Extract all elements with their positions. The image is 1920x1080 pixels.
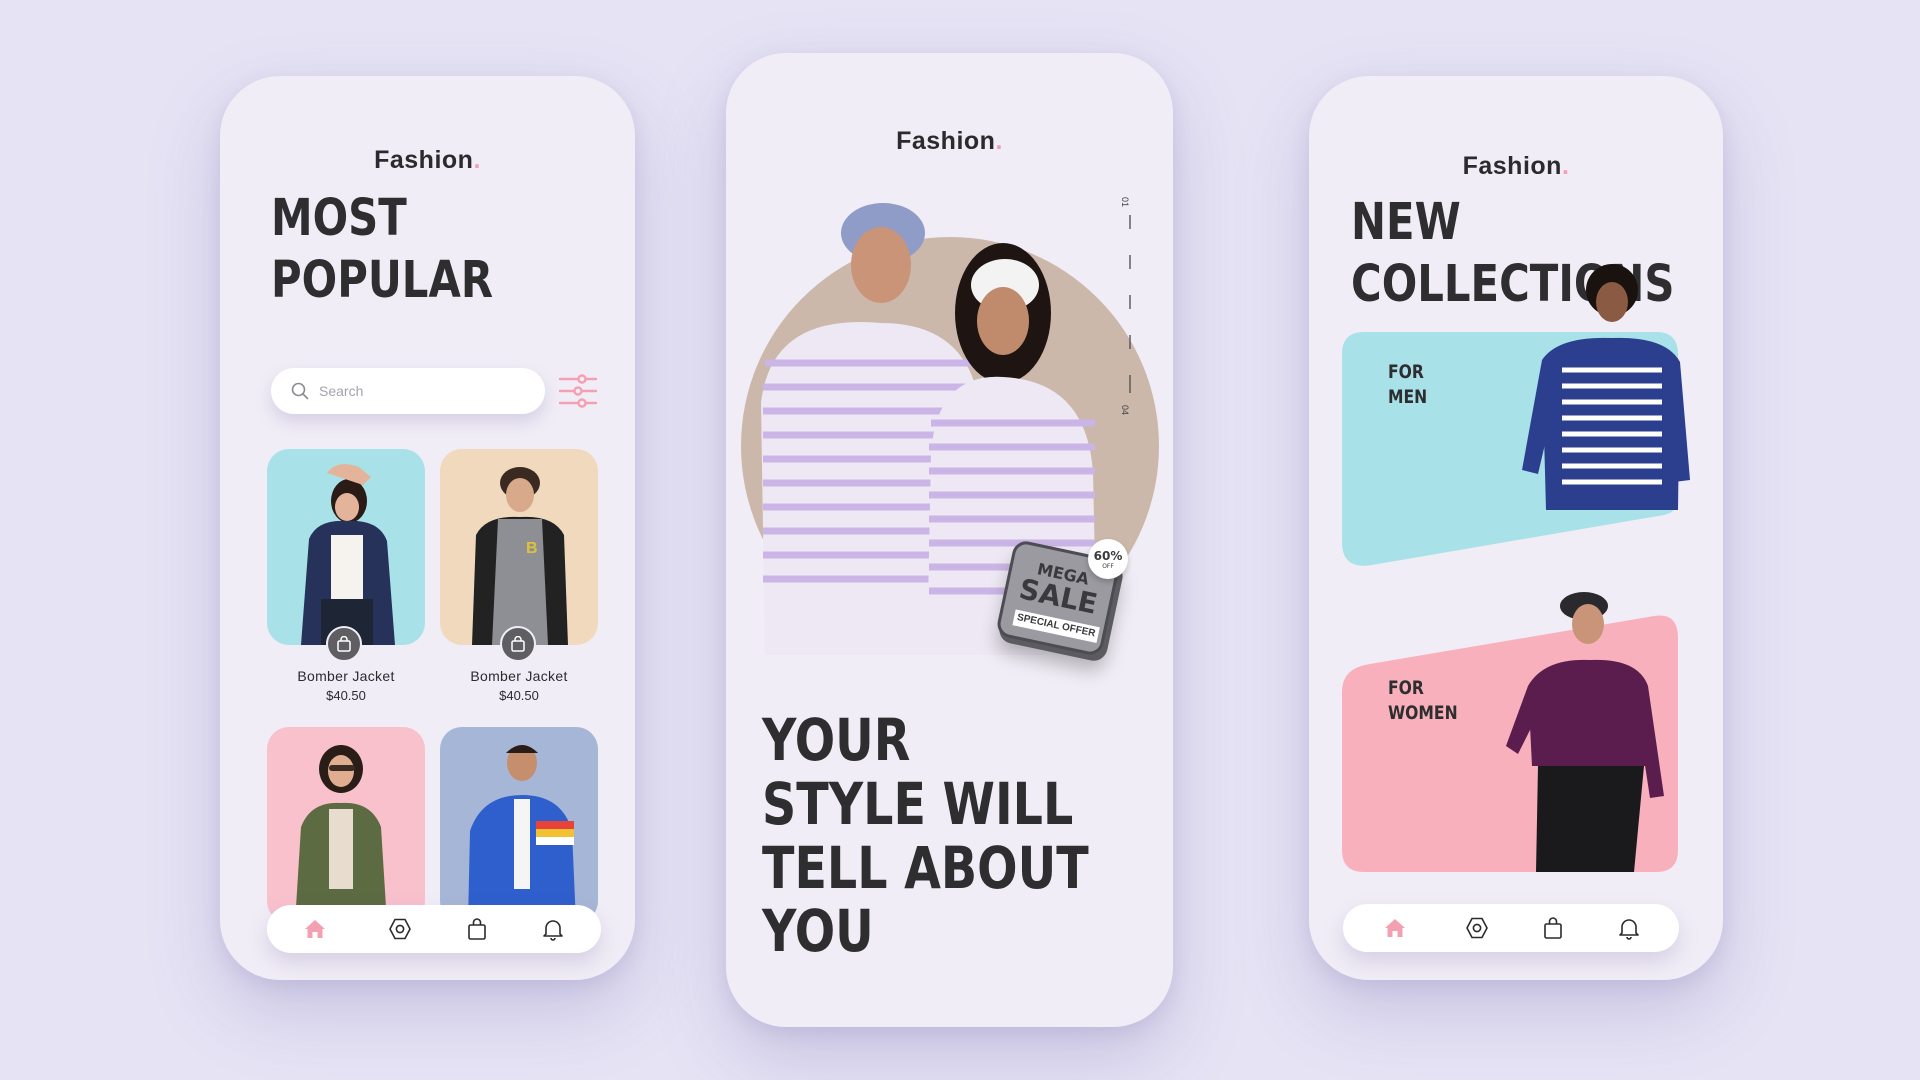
search-icon [291, 382, 309, 400]
category-men-image [1522, 264, 1690, 510]
badge-off: OFF [1102, 563, 1114, 570]
product-card[interactable] [267, 449, 425, 645]
bag-icon [337, 636, 351, 652]
product-price: $40.50 [326, 688, 366, 703]
title-line-2: POPULAR [271, 251, 494, 311]
product-card[interactable] [440, 727, 598, 923]
headline-line-4: YOU [762, 897, 874, 966]
slide-end: 04 [1120, 404, 1131, 416]
slide-ticks [1129, 215, 1131, 393]
search-input[interactable]: Search [319, 383, 363, 399]
bell-icon[interactable] [1617, 916, 1641, 940]
brand-name: Fashion [374, 146, 474, 174]
badge-percent: 60% [1093, 549, 1123, 563]
filter-sliders-icon[interactable] [558, 372, 598, 410]
product-price: $40.50 [499, 688, 539, 703]
title-line-1: NEW [1351, 193, 1461, 252]
bag-icon[interactable] [1541, 916, 1565, 940]
category-women-label: FOR WOMEN [1388, 676, 1458, 725]
bell-icon[interactable] [541, 917, 565, 941]
explore-icon[interactable] [388, 917, 412, 941]
badge-discount: 60% OFF [1088, 539, 1128, 579]
mega-sale-badge[interactable]: MEGA SALE SPECIAL OFFER 60% OFF [994, 538, 1128, 664]
category-women-line-1: FOR [1388, 677, 1424, 699]
search-field[interactable]: Search [271, 368, 545, 414]
category-women-line-2: WOMEN [1388, 701, 1458, 724]
category-card-women[interactable]: FOR WOMEN [1342, 592, 1678, 873]
bag-icon [511, 636, 525, 652]
headline-line-2: STYLE WILL [762, 769, 1074, 838]
bottom-nav [267, 905, 601, 953]
title-line-1: MOST [271, 189, 407, 248]
home-icon[interactable] [1383, 916, 1407, 940]
phone-hero: Fashion. 01 04 MEGA SALE SPECIAL OFFER 6… [726, 53, 1173, 1027]
page-title: MOST POPULAR [271, 188, 493, 312]
brand-name: Fashion [1462, 152, 1562, 180]
product-image: B [472, 467, 568, 645]
product-name: Bomber Jacket [470, 668, 568, 684]
category-men-line-2: MEN [1388, 385, 1428, 408]
slide-indicator: 01 04 [1120, 193, 1140, 423]
hero-headline: YOUR STYLE WILL TELL ABOUT YOU [762, 706, 1089, 966]
home-icon[interactable] [303, 917, 327, 941]
category-men-line-1: FOR [1388, 361, 1424, 383]
category-women-image [1506, 592, 1664, 872]
svg-text:B: B [526, 540, 538, 557]
bottom-nav [1343, 904, 1679, 952]
brand-logo: Fashion. [374, 146, 481, 174]
brand-logo: Fashion. [896, 127, 1003, 155]
product-name: Bomber Jacket [297, 668, 395, 684]
explore-icon[interactable] [1465, 916, 1489, 940]
product-card[interactable]: B [440, 449, 598, 645]
category-card-men[interactable]: FOR MEN [1342, 264, 1690, 567]
bag-icon[interactable] [465, 917, 489, 941]
phone-most-popular: Fashion. MOST POPULAR Search Bomber Jack… [220, 76, 635, 980]
brand-name: Fashion [896, 127, 996, 155]
headline-line-1: YOUR [762, 706, 911, 774]
add-to-bag-button[interactable] [326, 626, 362, 662]
phone-new-collections: Fashion. NEW COLLECTIONS FOR MEN FOR WOM… [1309, 76, 1723, 980]
product-image [468, 745, 576, 923]
product-card[interactable] [267, 727, 425, 923]
category-men-label: FOR MEN [1388, 360, 1427, 409]
add-to-bag-button[interactable] [500, 626, 536, 662]
brand-logo: Fashion. [1462, 152, 1570, 180]
slide-start: 01 [1120, 196, 1131, 208]
headline-line-3: TELL ABOUT [762, 833, 1089, 902]
product-image [301, 464, 395, 645]
product-image [295, 745, 387, 923]
